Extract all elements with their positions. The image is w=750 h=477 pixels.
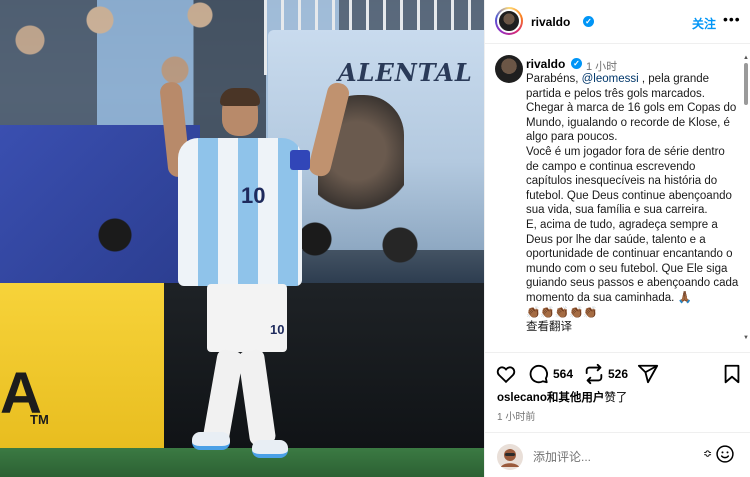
likes-others[interactable]: 其他用户 bbox=[558, 392, 604, 404]
caption-avatar[interactable] bbox=[495, 55, 523, 83]
add-comment-input[interactable] bbox=[533, 448, 693, 466]
bookmark-icon[interactable] bbox=[721, 363, 743, 385]
post-side-panel: rivaldo ✓ 关注 ••• rivaldo ✓ 1 小时 Parabéns… bbox=[484, 0, 750, 477]
scroll-thumb[interactable] bbox=[744, 63, 748, 105]
repost-count: 526 bbox=[608, 367, 629, 381]
caption-text-start: Parabéns, bbox=[526, 73, 582, 85]
shorts-number: 10 bbox=[270, 322, 285, 337]
ad-board-tm: TM bbox=[30, 412, 49, 427]
send-icon[interactable] bbox=[637, 363, 659, 385]
post-timestamp: 1 小时前 bbox=[497, 412, 536, 423]
likes-and: 和 bbox=[546, 392, 559, 404]
comment-icon[interactable] bbox=[527, 363, 549, 385]
post-header: rivaldo ✓ 关注 ••• bbox=[485, 0, 750, 44]
banner-text: ALENTAL bbox=[338, 58, 473, 87]
player-left-boot bbox=[192, 432, 230, 450]
user-avatar[interactable] bbox=[497, 444, 523, 470]
smile-icon[interactable] bbox=[715, 444, 735, 464]
captain-armband bbox=[290, 150, 310, 170]
comments-scrollbar[interactable]: ▲ ▼ bbox=[743, 55, 749, 345]
verified-badge-icon: ✓ bbox=[583, 16, 594, 27]
likes-suffix: 赞了 bbox=[604, 392, 628, 404]
author-username[interactable]: rivaldo bbox=[531, 15, 570, 29]
mention-link[interactable]: @leomessi bbox=[582, 73, 639, 85]
player-hair bbox=[220, 88, 260, 106]
jersey-number: 10 bbox=[241, 183, 266, 208]
scroll-up-icon[interactable]: ▲ bbox=[743, 55, 749, 61]
caption-text: Parabéns, @leomessi , pela grande partid… bbox=[526, 72, 740, 335]
action-bar: 564 526 bbox=[485, 352, 750, 386]
comments-section[interactable]: rivaldo ✓ 1 小时 Parabéns, @leomessi , pel… bbox=[485, 45, 743, 345]
likes-summary[interactable]: oslecano和其他用户赞了 bbox=[497, 389, 627, 405]
pitch-grass bbox=[0, 448, 484, 477]
scroll-down-icon[interactable]: ▼ bbox=[743, 335, 749, 341]
emoji-shortcut-icon[interactable]: ≎ bbox=[703, 447, 712, 460]
author-avatar[interactable] bbox=[495, 7, 523, 35]
player-right-boot bbox=[252, 440, 288, 458]
caption-text-body: , pela grande partida e pelos três gols … bbox=[526, 73, 739, 304]
liker-username[interactable]: oslecano bbox=[497, 392, 547, 404]
heart-icon[interactable] bbox=[495, 363, 517, 385]
pray-emoji: 🙏🏾 bbox=[677, 291, 692, 304]
post-photo[interactable]: ALENTAL A TM 10 10 bbox=[0, 0, 484, 477]
player-jersey bbox=[178, 138, 302, 286]
see-translation-link[interactable]: 查看翻译 bbox=[526, 321, 572, 333]
repost-icon[interactable] bbox=[583, 363, 605, 385]
player-shorts bbox=[207, 284, 287, 352]
verified-badge-icon: ✓ bbox=[571, 58, 582, 69]
follow-button[interactable]: 关注 bbox=[692, 15, 716, 32]
more-options-icon[interactable]: ••• bbox=[723, 11, 741, 27]
comment-count: 564 bbox=[553, 367, 574, 381]
caption-username[interactable]: rivaldo bbox=[526, 57, 565, 71]
clap-emojis: 👏🏾👏🏾👏🏾👏🏾👏🏾 bbox=[526, 306, 598, 319]
add-comment-bar: ≎ bbox=[485, 432, 750, 477]
